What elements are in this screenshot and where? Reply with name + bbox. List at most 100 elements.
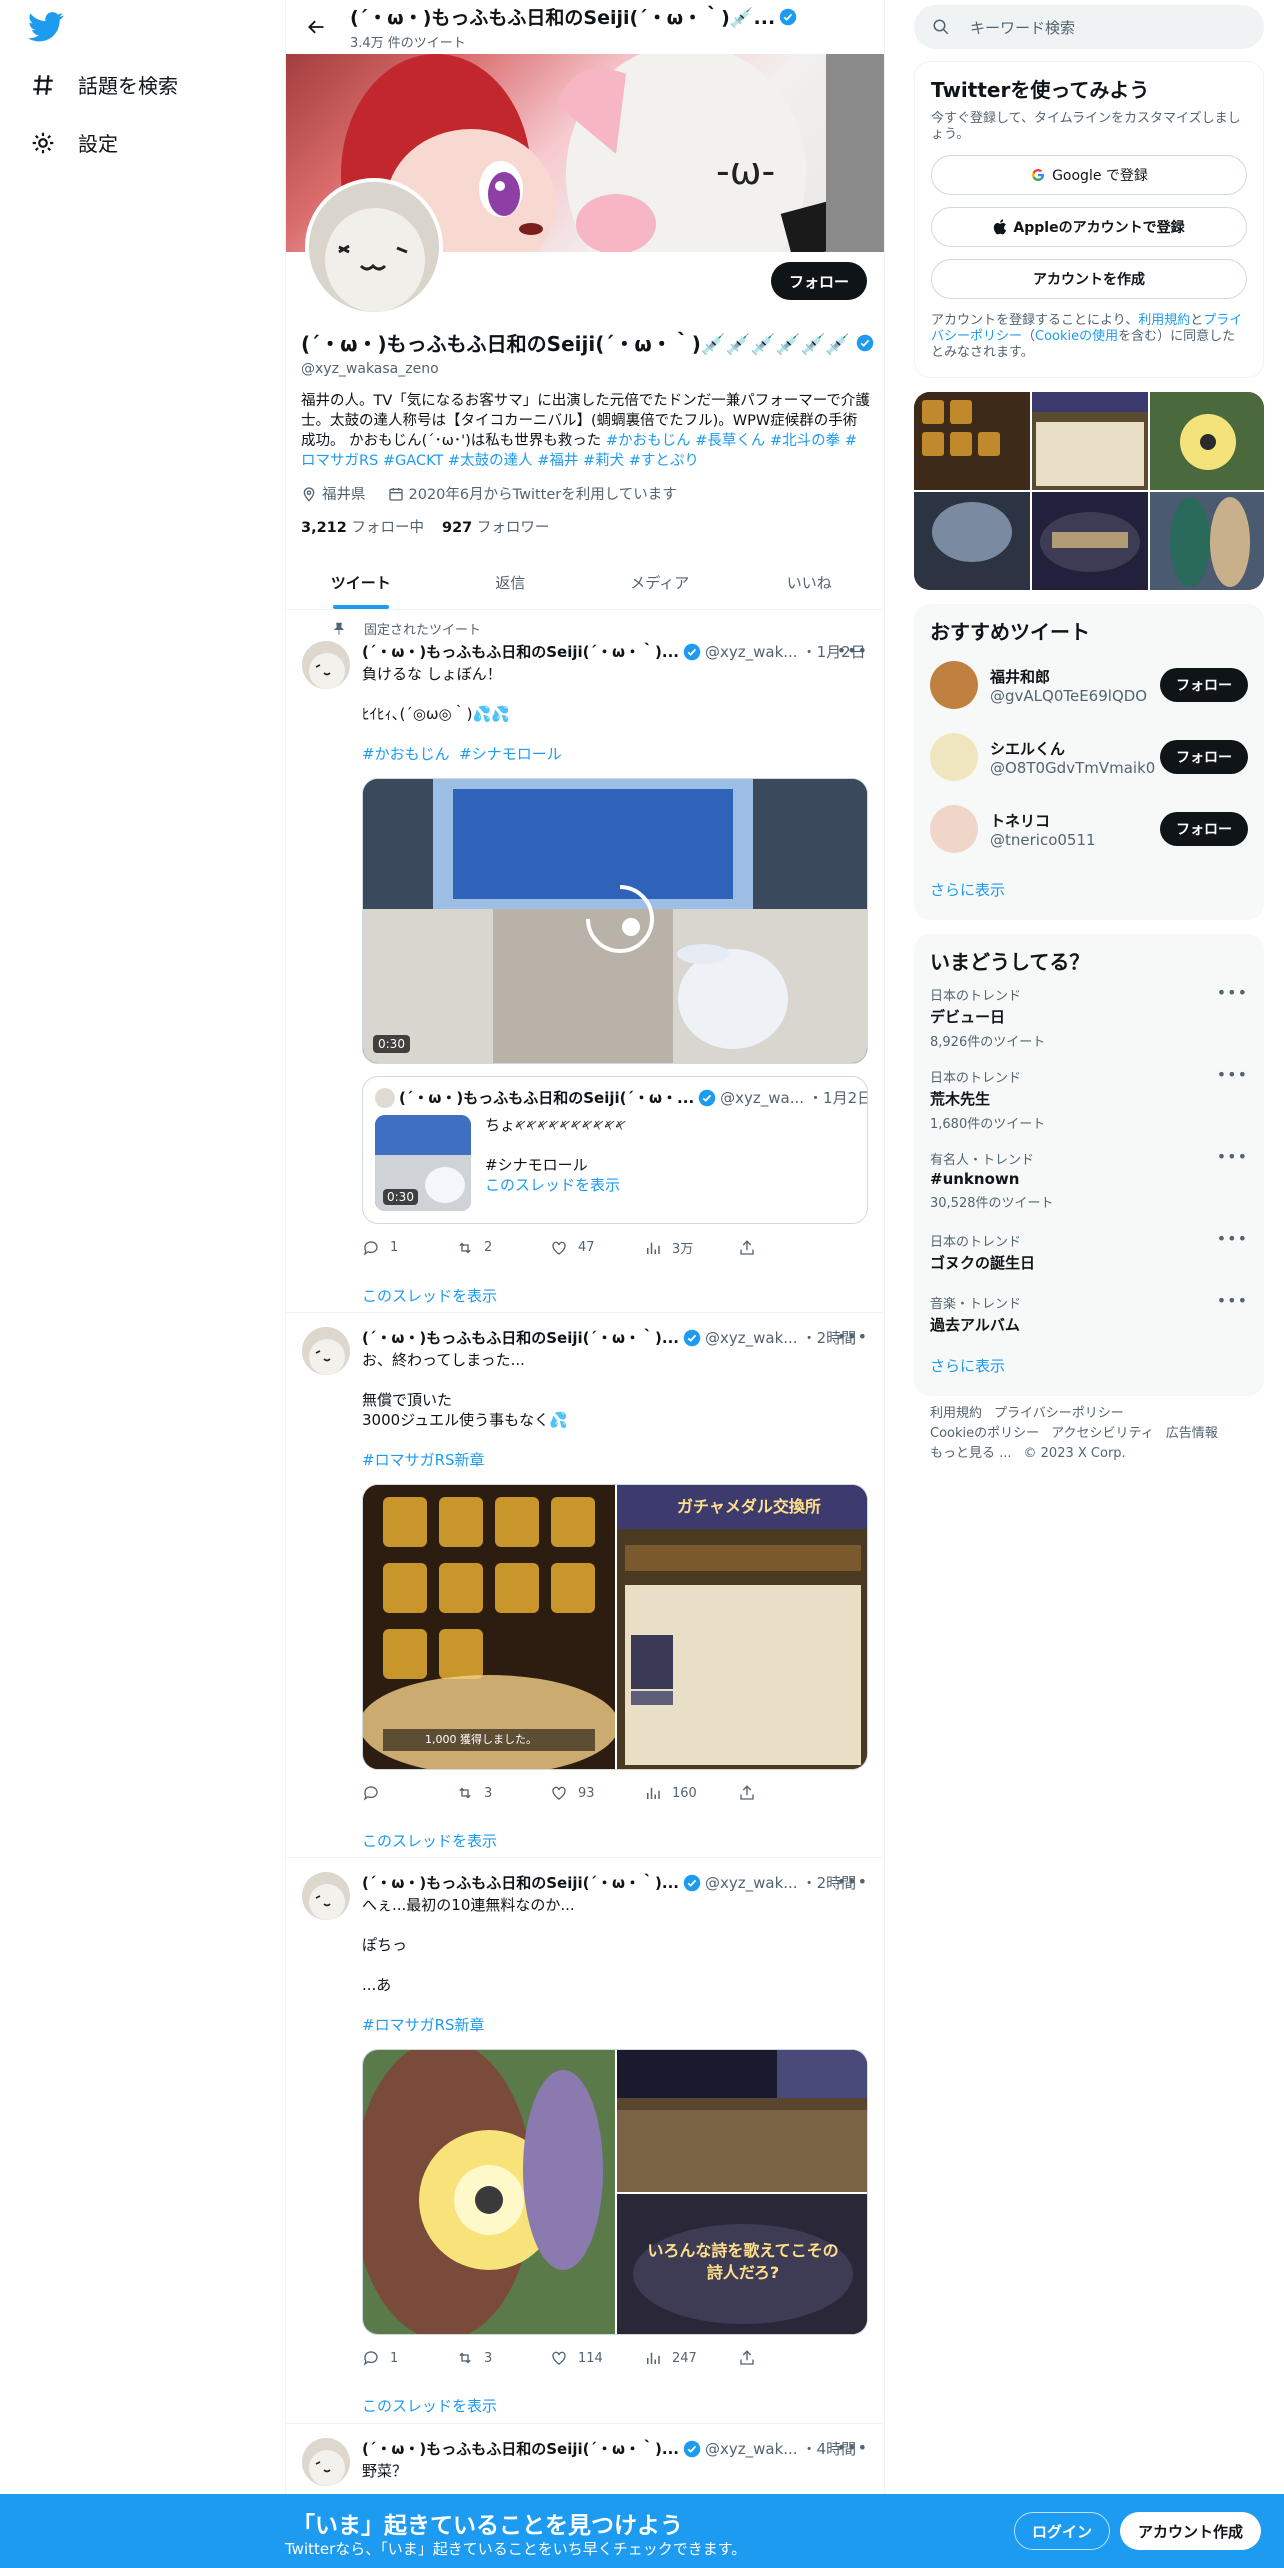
gallery-image[interactable] bbox=[1150, 492, 1264, 590]
login-button[interactable]: ログイン bbox=[1014, 2512, 1110, 2550]
bio-tag[interactable]: #莉犬 bbox=[583, 453, 624, 469]
more-options-icon[interactable]: ••• bbox=[1217, 983, 1248, 1002]
hashtag-link[interactable]: #かおもじん bbox=[362, 745, 450, 763]
show-thread-link[interactable]: このスレッドを表示 bbox=[362, 1285, 868, 1306]
more-options-icon[interactable]: ••• bbox=[837, 1872, 868, 1891]
signup-button[interactable]: アカウント作成 bbox=[1120, 2512, 1261, 2550]
bio-tag[interactable]: #北斗の拳 bbox=[770, 433, 840, 449]
reply-button[interactable] bbox=[362, 1784, 456, 1802]
tab-replies[interactable]: 返信 bbox=[436, 556, 586, 609]
quote-thread-link[interactable]: このスレッドを表示 bbox=[485, 1175, 626, 1195]
more-options-icon[interactable]: ••• bbox=[1217, 1291, 1248, 1310]
create-account-button[interactable]: アカウントを作成 bbox=[931, 259, 1247, 299]
more-options-icon[interactable]: ••• bbox=[837, 1327, 868, 1346]
trend-item[interactable]: 音楽・トレンド 過去アルバム ••• bbox=[930, 1283, 1248, 1345]
footer-link[interactable]: プライバシーポリシー bbox=[994, 1406, 1124, 1421]
tweet-author-handle[interactable]: @xyz_wak... bbox=[705, 2440, 798, 2458]
gallery-image[interactable] bbox=[1150, 392, 1264, 490]
retweet-button[interactable]: 3 bbox=[456, 1784, 550, 1802]
bio-tag[interactable]: #GACKT bbox=[383, 453, 443, 469]
hashtag-link[interactable]: #ロマサガRS新章 bbox=[362, 2016, 485, 2034]
tweet-image[interactable]: 1,000 獲得しました。 bbox=[363, 1485, 619, 1769]
show-thread-link[interactable]: このスレッドを表示 bbox=[362, 1830, 868, 1851]
show-thread-link[interactable]: このスレッドを表示 bbox=[362, 2395, 868, 2416]
retweet-button[interactable]: 3 bbox=[456, 2349, 550, 2367]
profile-avatar[interactable] bbox=[305, 178, 443, 316]
quote-video-thumb[interactable]: 0:30 bbox=[375, 1115, 471, 1211]
recommended-user[interactable]: 福井和郎 @gvALQ0TeE69lQDO フォロー bbox=[930, 649, 1248, 721]
footer-link[interactable]: もっと見る ... bbox=[930, 1446, 1012, 1461]
tweet-card[interactable]: 固定されたツイート (´・ω・)もっふもふ日和のSeiji(´・ω・｀)... … bbox=[286, 611, 884, 1313]
like-button[interactable]: 114 bbox=[550, 2349, 644, 2367]
hashtag-link[interactable]: #ロマサガRS新章 bbox=[362, 1451, 485, 1469]
twitter-logo-icon[interactable] bbox=[28, 12, 64, 42]
tweet-avatar[interactable] bbox=[302, 1327, 350, 1375]
tweet-author-name[interactable]: (´・ω・)もっふもふ日和のSeiji(´・ω・｀)... bbox=[362, 2438, 679, 2459]
recommended-user[interactable]: トネリコ @tnerico0511 フォロー bbox=[930, 793, 1248, 865]
hashtag-link[interactable]: #シナモロール bbox=[459, 745, 562, 763]
tweet-avatar[interactable] bbox=[302, 2438, 350, 2486]
tweet-avatar[interactable] bbox=[302, 641, 350, 689]
tweet-author-name[interactable]: (´・ω・)もっふもふ日和のSeiji(´・ω・｀)... bbox=[362, 641, 679, 662]
cookie-link[interactable]: Cookieの使用 bbox=[1035, 329, 1118, 344]
tweet-image[interactable]: ガチャメダル交換所 bbox=[617, 1485, 867, 1769]
search-box[interactable]: キーワード検索 bbox=[914, 5, 1264, 49]
nav-settings[interactable]: 設定 bbox=[30, 128, 118, 157]
bio-tag[interactable]: #すとぷり bbox=[629, 453, 699, 469]
tab-media[interactable]: メディア bbox=[585, 556, 735, 609]
quoted-tweet[interactable]: (´・ω・)もっふもふ日和のSeiji(´・ω・... @xyz_wa... ・… bbox=[362, 1076, 868, 1224]
tweet-author-name[interactable]: (´・ω・)もっふもふ日和のSeiji(´・ω・｀)... bbox=[362, 1872, 679, 1893]
share-button[interactable] bbox=[738, 1784, 832, 1802]
views-button[interactable]: 3万 bbox=[644, 1238, 738, 1257]
user-avatar[interactable] bbox=[930, 805, 978, 853]
footer-link[interactable]: Cookieのポリシー bbox=[930, 1426, 1039, 1441]
footer-link[interactable]: 利用規約 bbox=[930, 1406, 982, 1421]
recommended-user[interactable]: シエルくん @O8T0GdvTmVmaik0 フォロー bbox=[930, 721, 1248, 793]
tab-likes[interactable]: いいね bbox=[735, 556, 885, 609]
followers-stat[interactable]: 927 フォロワー bbox=[442, 516, 549, 537]
tweet-author-handle[interactable]: @xyz_wak... bbox=[705, 1874, 798, 1892]
show-more-link[interactable]: さらに表示 bbox=[930, 865, 1248, 908]
tweet-card[interactable]: (´・ω・)もっふもふ日和のSeiji(´・ω・｀)... @xyz_wak..… bbox=[286, 1858, 884, 2424]
tab-tweets[interactable]: ツイート bbox=[286, 556, 436, 609]
follow-button[interactable]: フォロー bbox=[1160, 740, 1248, 774]
follow-button[interactable]: フォロー bbox=[770, 262, 867, 300]
more-options-icon[interactable]: ••• bbox=[1217, 1229, 1248, 1248]
follow-button[interactable]: フォロー bbox=[1160, 668, 1248, 702]
share-button[interactable] bbox=[738, 2349, 832, 2367]
tweet-author-handle[interactable]: @xyz_wak... bbox=[705, 643, 798, 661]
more-options-icon[interactable]: ••• bbox=[1217, 1147, 1248, 1166]
user-avatar[interactable] bbox=[930, 733, 978, 781]
google-signup-button[interactable]: Google で登録 bbox=[931, 155, 1247, 195]
show-more-link[interactable]: さらに表示 bbox=[930, 1345, 1248, 1384]
trend-item[interactable]: 日本のトレンド 荒木先生 1,680件のツイート ••• bbox=[930, 1057, 1248, 1139]
more-options-icon[interactable]: ••• bbox=[837, 641, 868, 660]
views-button[interactable]: 247 bbox=[644, 2349, 738, 2367]
nav-explore[interactable]: 話題を検索 bbox=[30, 70, 178, 99]
like-button[interactable]: 47 bbox=[550, 1238, 644, 1257]
apple-signup-button[interactable]: Appleのアカウントで登録 bbox=[931, 207, 1247, 247]
user-avatar[interactable] bbox=[930, 661, 978, 709]
bio-tag[interactable]: #かおもじん bbox=[606, 433, 691, 449]
tweet-image[interactable] bbox=[617, 2050, 867, 2192]
back-button[interactable] bbox=[300, 11, 332, 43]
gallery-image[interactable] bbox=[1032, 392, 1148, 490]
bio-tag[interactable]: #長草くん bbox=[695, 433, 765, 449]
gallery-image[interactable] bbox=[914, 392, 1030, 490]
footer-link[interactable]: 広告情報 bbox=[1166, 1426, 1218, 1441]
tweet-avatar[interactable] bbox=[302, 1872, 350, 1920]
tweet-card[interactable]: (´・ω・)もっふもふ日和のSeiji(´・ω・｀)... @xyz_wak..… bbox=[286, 1313, 884, 1858]
tweet-card[interactable]: (´・ω・)もっふもふ日和のSeiji(´・ω・｀)... @xyz_wak..… bbox=[286, 2424, 884, 2494]
bio-tag[interactable]: #福井 bbox=[537, 453, 578, 469]
footer-link[interactable]: アクセシビリティ bbox=[1051, 1426, 1154, 1441]
trend-item[interactable]: 日本のトレンド デビュー日 8,926件のツイート ••• bbox=[930, 975, 1248, 1057]
share-button[interactable] bbox=[738, 1238, 832, 1257]
gallery-image[interactable] bbox=[914, 492, 1030, 590]
tweet-video[interactable]: 0:30 bbox=[362, 778, 868, 1064]
terms-link[interactable]: 利用規約 bbox=[1138, 313, 1190, 328]
views-button[interactable]: 160 bbox=[644, 1784, 738, 1802]
more-options-icon[interactable]: ••• bbox=[837, 2438, 868, 2457]
gallery-image[interactable] bbox=[1032, 492, 1148, 590]
following-stat[interactable]: 3,212 フォロー中 bbox=[301, 516, 424, 537]
retweet-button[interactable]: 2 bbox=[456, 1238, 550, 1257]
